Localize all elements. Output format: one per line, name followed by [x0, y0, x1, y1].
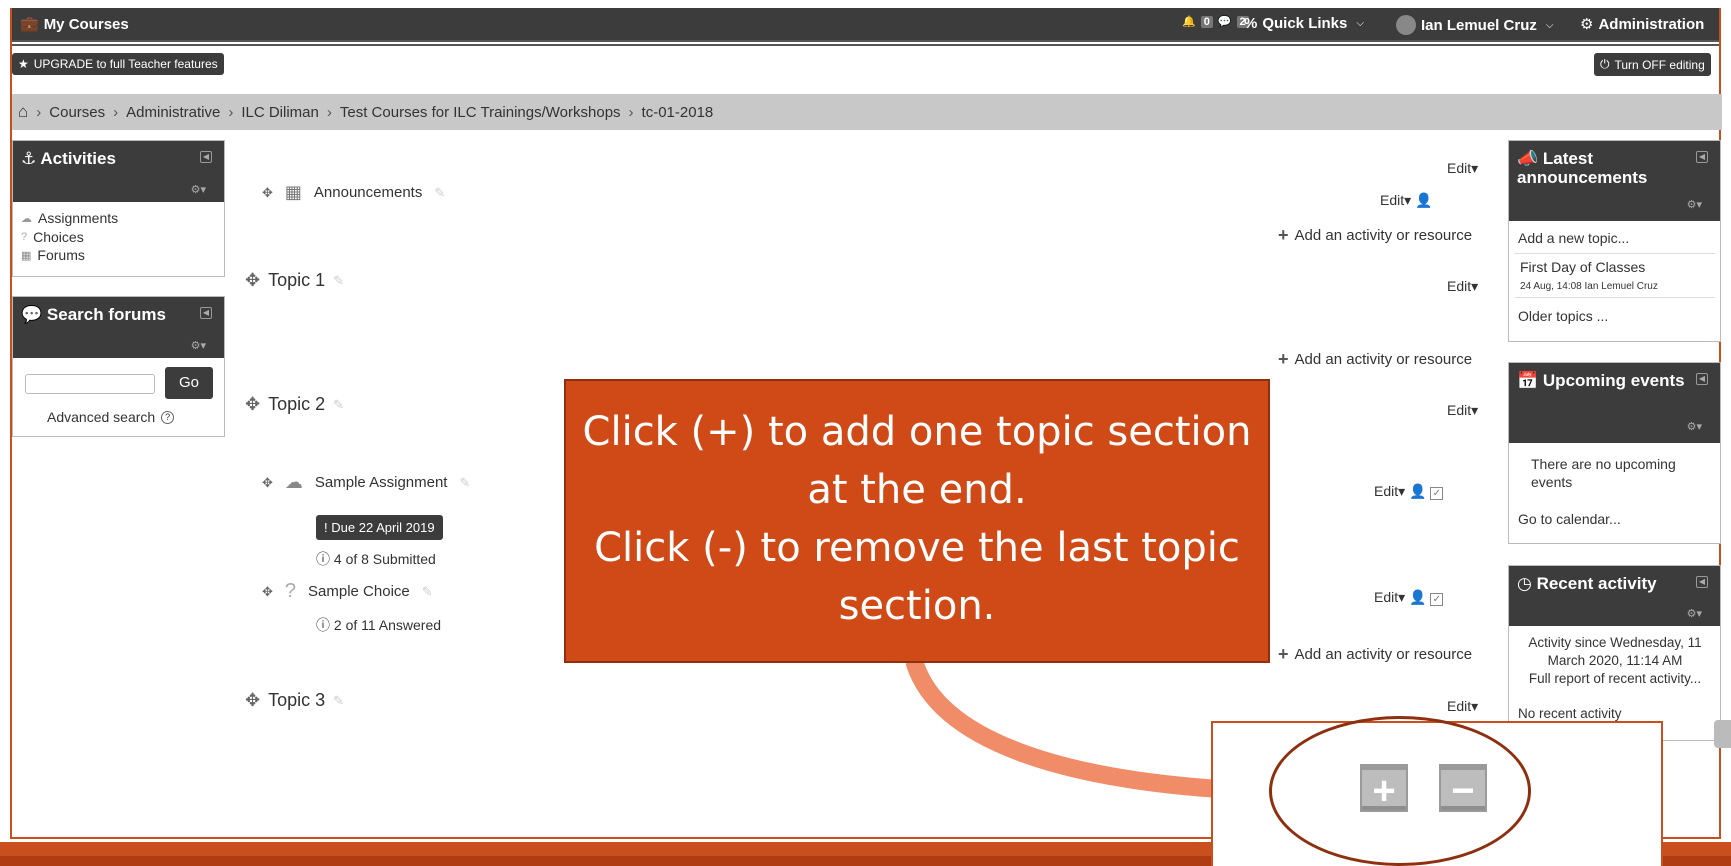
course-page: 💼 My Courses 🔔 0 💬 2 % Quick Links ⌵ Ian…: [0, 0, 1731, 866]
add-section-button[interactable]: +: [1360, 764, 1408, 812]
callout-line-2: at the end.: [807, 467, 1027, 513]
plus-icon: +: [1372, 769, 1396, 813]
remove-section-button[interactable]: −: [1439, 764, 1487, 812]
callout-line-1: Click (+) to add one topic section: [582, 409, 1252, 455]
minus-icon: −: [1451, 769, 1475, 813]
instruction-callout: Click (+) to add one topic section at th…: [564, 379, 1270, 663]
callout-line-4: section.: [838, 583, 996, 629]
callout-line-3: Click (-) to remove the last topic: [594, 525, 1240, 571]
